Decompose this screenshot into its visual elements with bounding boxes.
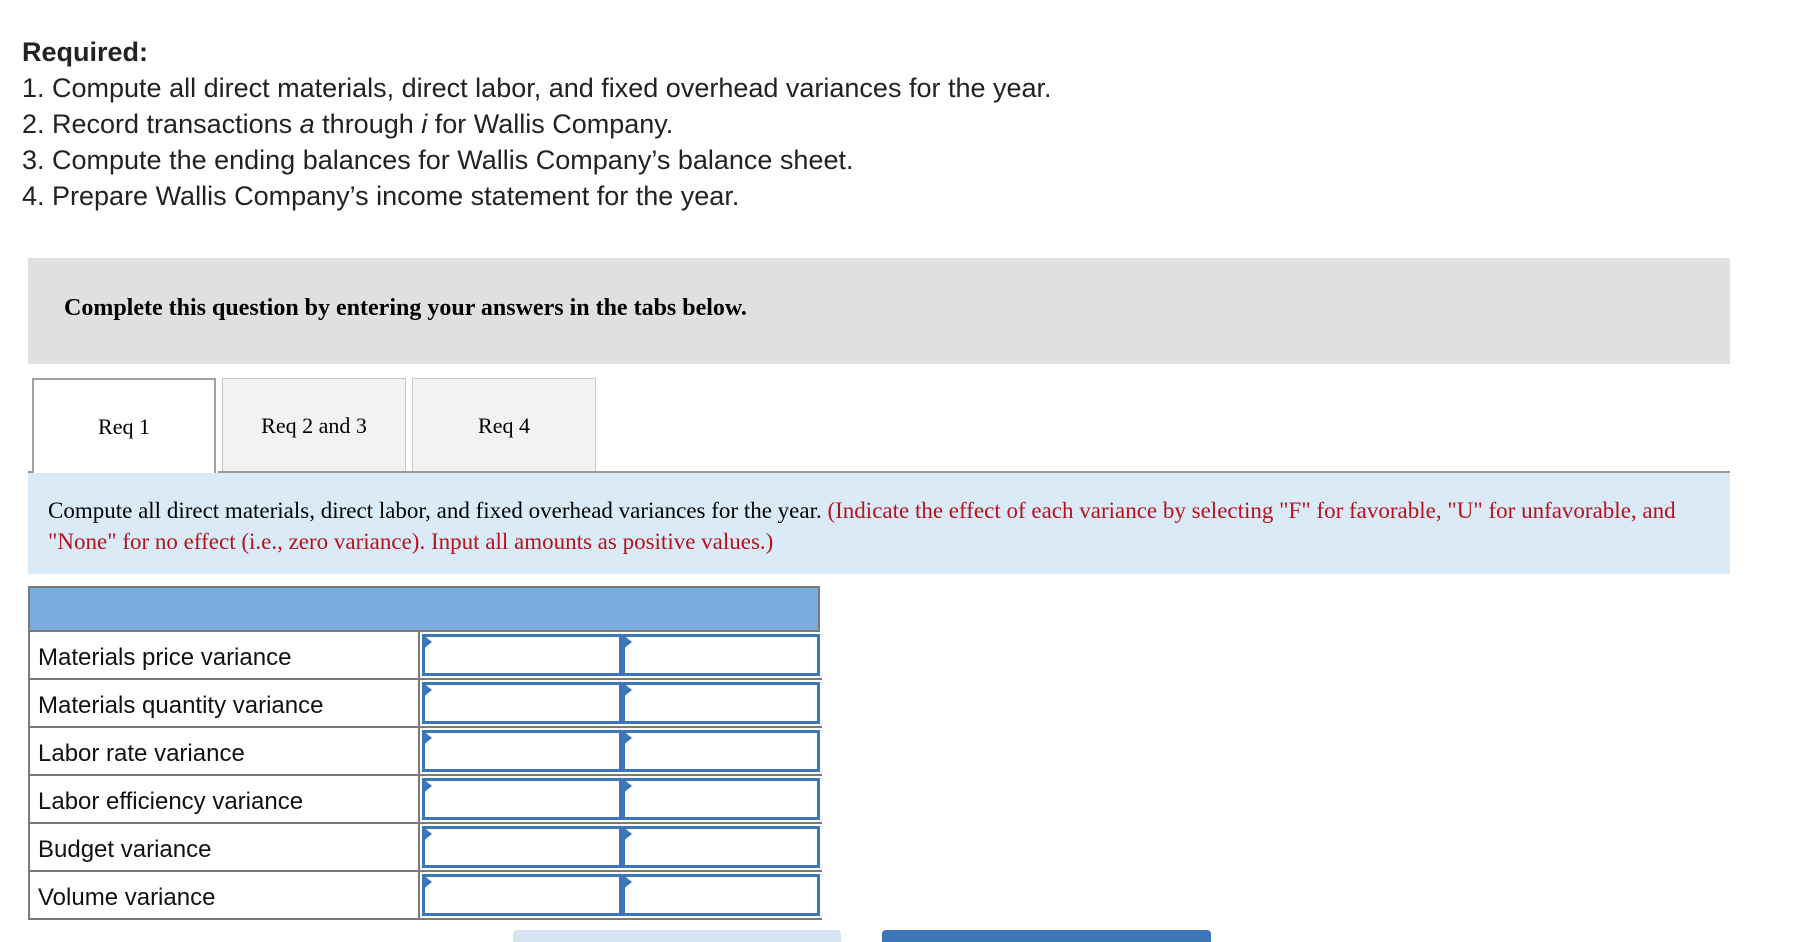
effect-select[interactable] [625,685,817,721]
effect-cell[interactable] [622,682,820,724]
effect-cell[interactable] [622,730,820,772]
amount-input[interactable] [425,685,619,721]
required-item-2: 2. Record transactions a through i for W… [22,106,1052,142]
effect-cell[interactable] [622,874,820,916]
variance-label: Labor rate variance [28,728,420,774]
effect-select[interactable] [625,781,817,817]
required-heading: Required: [22,37,149,67]
tab-req-4[interactable]: Req 4 [412,378,596,472]
effect-cell[interactable] [622,778,820,820]
input-flag-icon [622,682,632,698]
variance-label: Volume variance [28,872,420,918]
question-main: Compute all direct materials, direct lab… [48,498,822,523]
required-item-1: 1. Compute all direct materials, direct … [22,73,1052,103]
tab-req-1[interactable]: Req 1 [32,378,216,474]
table-header [28,586,820,632]
required-item-2-suffix: for Wallis Company. [427,109,674,139]
table-row: Labor efficiency variance [28,776,822,824]
input-flag-icon [422,874,432,890]
amount-input[interactable] [425,733,619,769]
variance-label: Materials quantity variance [28,680,420,726]
input-flag-icon [622,826,632,842]
required-item-3: 3. Compute the ending balances for Walli… [22,145,854,175]
amount-input[interactable] [425,829,619,865]
question-text: Compute all direct materials, direct lab… [48,495,1728,557]
amount-cell[interactable] [422,826,622,868]
input-flag-icon [622,634,632,650]
effect-select[interactable] [625,637,817,673]
input-flag-icon [422,682,432,698]
input-flag-icon [422,826,432,842]
amount-cell[interactable] [422,682,622,724]
instruction-text: Complete this question by entering your … [64,295,747,321]
question-panel: Compute all direct materials, direct lab… [28,473,1730,574]
input-flag-icon [422,730,432,746]
input-flag-icon [622,778,632,794]
effect-cell[interactable] [622,634,820,676]
instruction-banner: Complete this question by entering your … [28,258,1730,364]
effect-cell[interactable] [622,826,820,868]
amount-cell[interactable] [422,778,622,820]
tab-req-2-and-3[interactable]: Req 2 and 3 [222,378,406,472]
amount-cell[interactable] [422,634,622,676]
required-item-2-prefix: 2. Record transactions [22,109,300,139]
next-button[interactable] [882,930,1211,942]
input-flag-icon [622,730,632,746]
table-row: Budget variance [28,824,822,872]
variance-label: Materials price variance [28,632,420,678]
table-row: Materials quantity variance [28,680,822,728]
variance-label: Budget variance [28,824,420,870]
input-flag-icon [422,634,432,650]
amount-input[interactable] [425,877,619,913]
input-flag-icon [622,874,632,890]
table-row: Volume variance [28,872,822,920]
effect-select[interactable] [625,733,817,769]
required-item-2-a: a [299,109,315,139]
amount-input[interactable] [425,781,619,817]
variance-table: Materials price variance Materials quanti… [28,586,822,920]
effect-select[interactable] [625,829,817,865]
effect-select[interactable] [625,877,817,913]
amount-cell[interactable] [422,730,622,772]
input-flag-icon [422,778,432,794]
amount-input[interactable] [425,637,619,673]
prev-button[interactable] [513,930,841,942]
required-item-2-mid: through [314,109,422,139]
required-item-4: 4. Prepare Wallis Company’s income state… [22,181,740,211]
required-section: Required: 1. Compute all direct material… [22,34,1052,214]
table-row: Labor rate variance [28,728,822,776]
variance-label: Labor efficiency variance [28,776,420,822]
table-row: Materials price variance [28,632,822,680]
amount-cell[interactable] [422,874,622,916]
